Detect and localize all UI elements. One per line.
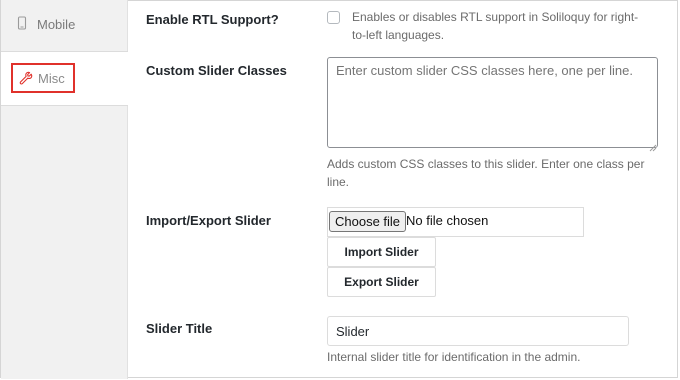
file-input[interactable]: Choose file No file chosen (327, 207, 584, 237)
mobile-icon (15, 16, 29, 30)
slider-title-description: Internal slider title for identification… (327, 350, 581, 364)
active-tab-highlight: Misc (11, 63, 75, 93)
sidebar-item-label: Mobile (37, 17, 76, 32)
sidebar-item-label: Misc (38, 71, 65, 86)
rtl-checkbox[interactable] (327, 11, 340, 24)
resize-grip-icon[interactable] (649, 139, 657, 152)
import-export-label: Import/Export Slider (146, 213, 271, 228)
settings-sidebar: Mobile Misc (1, 0, 128, 379)
import-slider-button[interactable]: Import Slider (327, 237, 436, 267)
sidebar-item-mobile[interactable]: Mobile (1, 0, 128, 52)
choose-file-button[interactable]: Choose file (329, 211, 407, 232)
custom-classes-textarea[interactable] (327, 57, 658, 148)
custom-classes-description: Adds custom CSS classes to this slider. … (327, 157, 645, 189)
file-status-text: No file chosen (406, 213, 489, 228)
slider-title-label: Slider Title (146, 321, 213, 336)
rtl-label: Enable RTL Support? (146, 12, 279, 27)
wrench-icon (19, 71, 33, 85)
custom-classes-label: Custom Slider Classes (146, 63, 287, 78)
export-slider-button[interactable]: Export Slider (327, 267, 436, 297)
slider-title-input[interactable] (327, 316, 629, 346)
sidebar-item-misc[interactable]: Misc (1, 52, 128, 106)
settings-main: Enable RTL Support? Enables or disables … (129, 0, 678, 378)
rtl-description: Enables or disables RTL support in Solil… (352, 10, 639, 42)
